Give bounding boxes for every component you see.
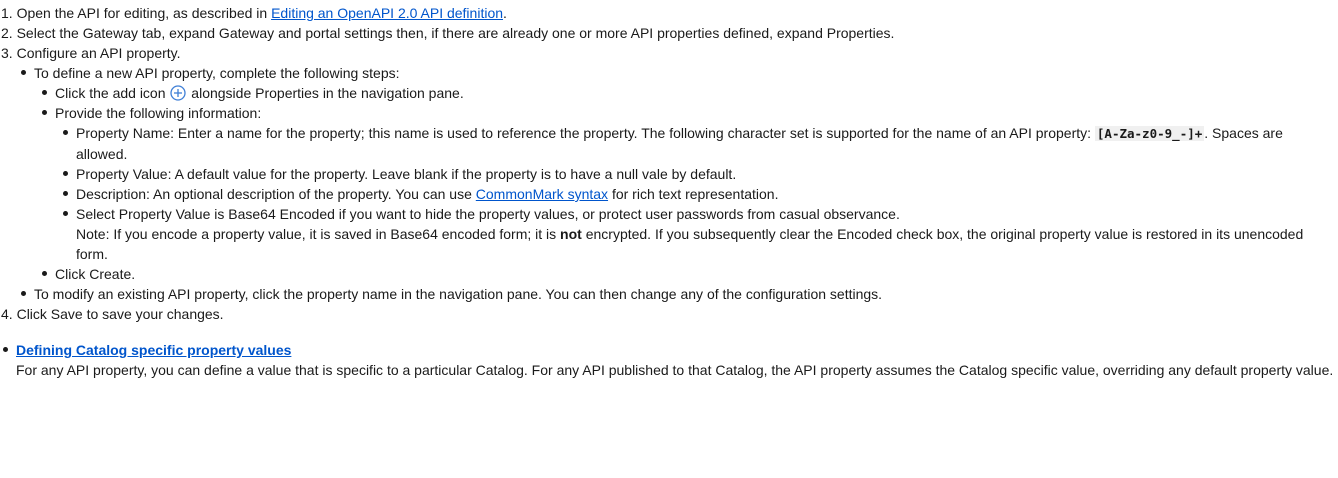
list-item-description: Description: An optional description of … (61, 184, 1338, 204)
step-4-number: 4. (1, 306, 13, 322)
list-item-define-new: To define a new API property, complete t… (19, 63, 1338, 284)
add-circle-icon (170, 85, 187, 101)
step-1-text: Open the API for editing, as described i… (16, 5, 268, 21)
encoded-line: Select Property Value is Base64 Encoded … (76, 206, 900, 222)
property-value-text: Property Value: A default value for the … (76, 166, 737, 182)
charset-code: [A-Za-z0-9_-]+ (1094, 126, 1205, 141)
commonmark-syntax-link[interactable]: CommonMark syntax (476, 186, 608, 202)
provide-info-fields: Property Name: Enter a name for the prop… (61, 123, 1338, 264)
step-1-period: . (503, 5, 507, 21)
step-1-number: 1. (1, 5, 13, 21)
list-item-modify-existing: To modify an existing API property, clic… (19, 284, 1338, 304)
define-new-steps: Click the add icon alongside Properties … (40, 83, 1338, 284)
editing-openapi-link[interactable]: Editing an OpenAPI 2.0 API definition (271, 5, 503, 21)
step-3-text: Configure an API property. (16, 45, 181, 61)
step-4-text: Click Save to save your changes. (16, 306, 224, 322)
click-add-pre: Click the add icon (55, 85, 166, 101)
list-item-click-add: Click the add icon alongside Properties … (40, 83, 1338, 103)
list-item-property-name: Property Name: Enter a name for the prop… (61, 123, 1338, 164)
encoded-note: Note: If you encode a property value, it… (76, 226, 1303, 262)
related-link-row: Defining Catalog specific property value… (1, 340, 1338, 360)
related-link-description: For any API property, you can define a v… (16, 362, 1334, 378)
list-item-encoded: Select Property Value is Base64 Encoded … (61, 204, 1338, 264)
related-links: Defining Catalog specific property value… (1, 340, 1338, 380)
modify-existing-text: To modify an existing API property, clic… (34, 286, 883, 302)
property-name-pre: Property Name: Enter a name for the prop… (76, 125, 1092, 141)
click-create-text: Click Create. (55, 266, 136, 282)
note-bold: not (560, 226, 582, 242)
step-1: 1. Open the API for editing, as describe… (1, 3, 1338, 23)
click-add-post: alongside Properties in the navigation p… (191, 85, 464, 101)
catalog-specific-values-link[interactable]: Defining Catalog specific property value… (16, 342, 291, 358)
description-post: for rich text representation. (611, 186, 779, 202)
define-new-text: To define a new API property, complete t… (19, 63, 1338, 83)
provide-info-text: Provide the following information: (40, 103, 1338, 123)
list-item-click-create: Click Create. (40, 264, 1338, 284)
list-item-provide-info: Provide the following information: Prope… (40, 103, 1338, 264)
note-pre: Note: If you encode a property value, it… (76, 226, 557, 242)
step-4: 4. Click Save to save your changes. (1, 304, 1338, 324)
step-3-options: To define a new API property, complete t… (19, 63, 1338, 304)
list-item-property-value: Property Value: A default value for the … (61, 164, 1338, 184)
step-2: 2. Select the Gateway tab, expand Gatewa… (1, 23, 1338, 43)
description-pre: Description: An optional description of … (76, 186, 472, 202)
step-3: 3. Configure an API property. (1, 43, 1338, 63)
related-link-item: Defining Catalog specific property value… (1, 340, 1338, 380)
step-2-number: 2. (1, 25, 13, 41)
step-2-text: Select the Gateway tab, expand Gateway a… (16, 25, 895, 41)
step-3-number: 3. (1, 45, 13, 61)
document-page: 1. Open the API for editing, as describe… (0, 0, 1338, 478)
